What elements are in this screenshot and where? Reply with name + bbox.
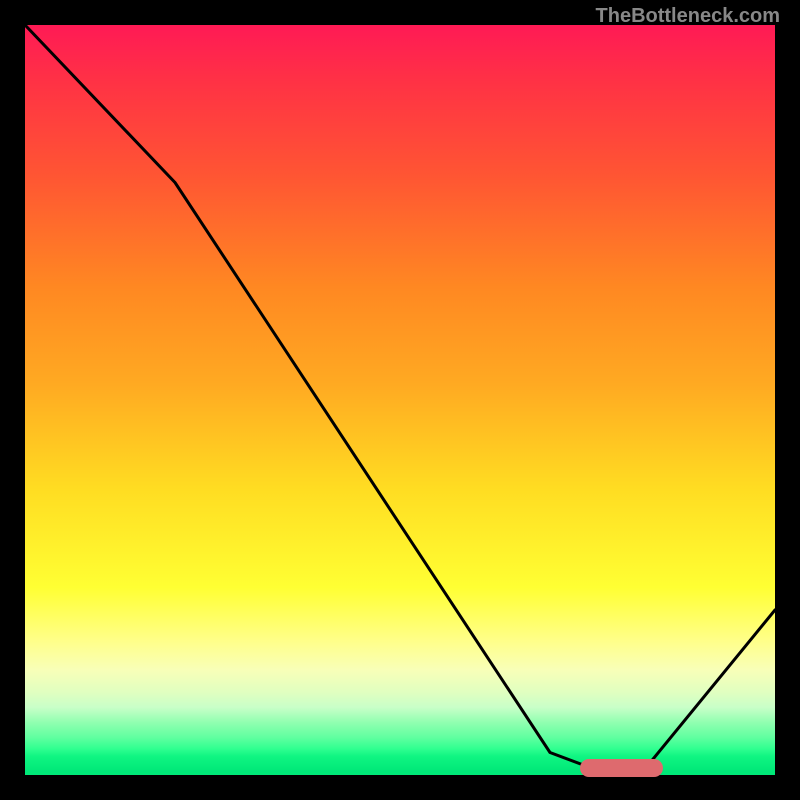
chart-plot-area (25, 25, 775, 775)
attribution-text: TheBottleneck.com (596, 5, 780, 28)
optimal-marker (580, 759, 663, 777)
bottleneck-curve (25, 25, 775, 775)
